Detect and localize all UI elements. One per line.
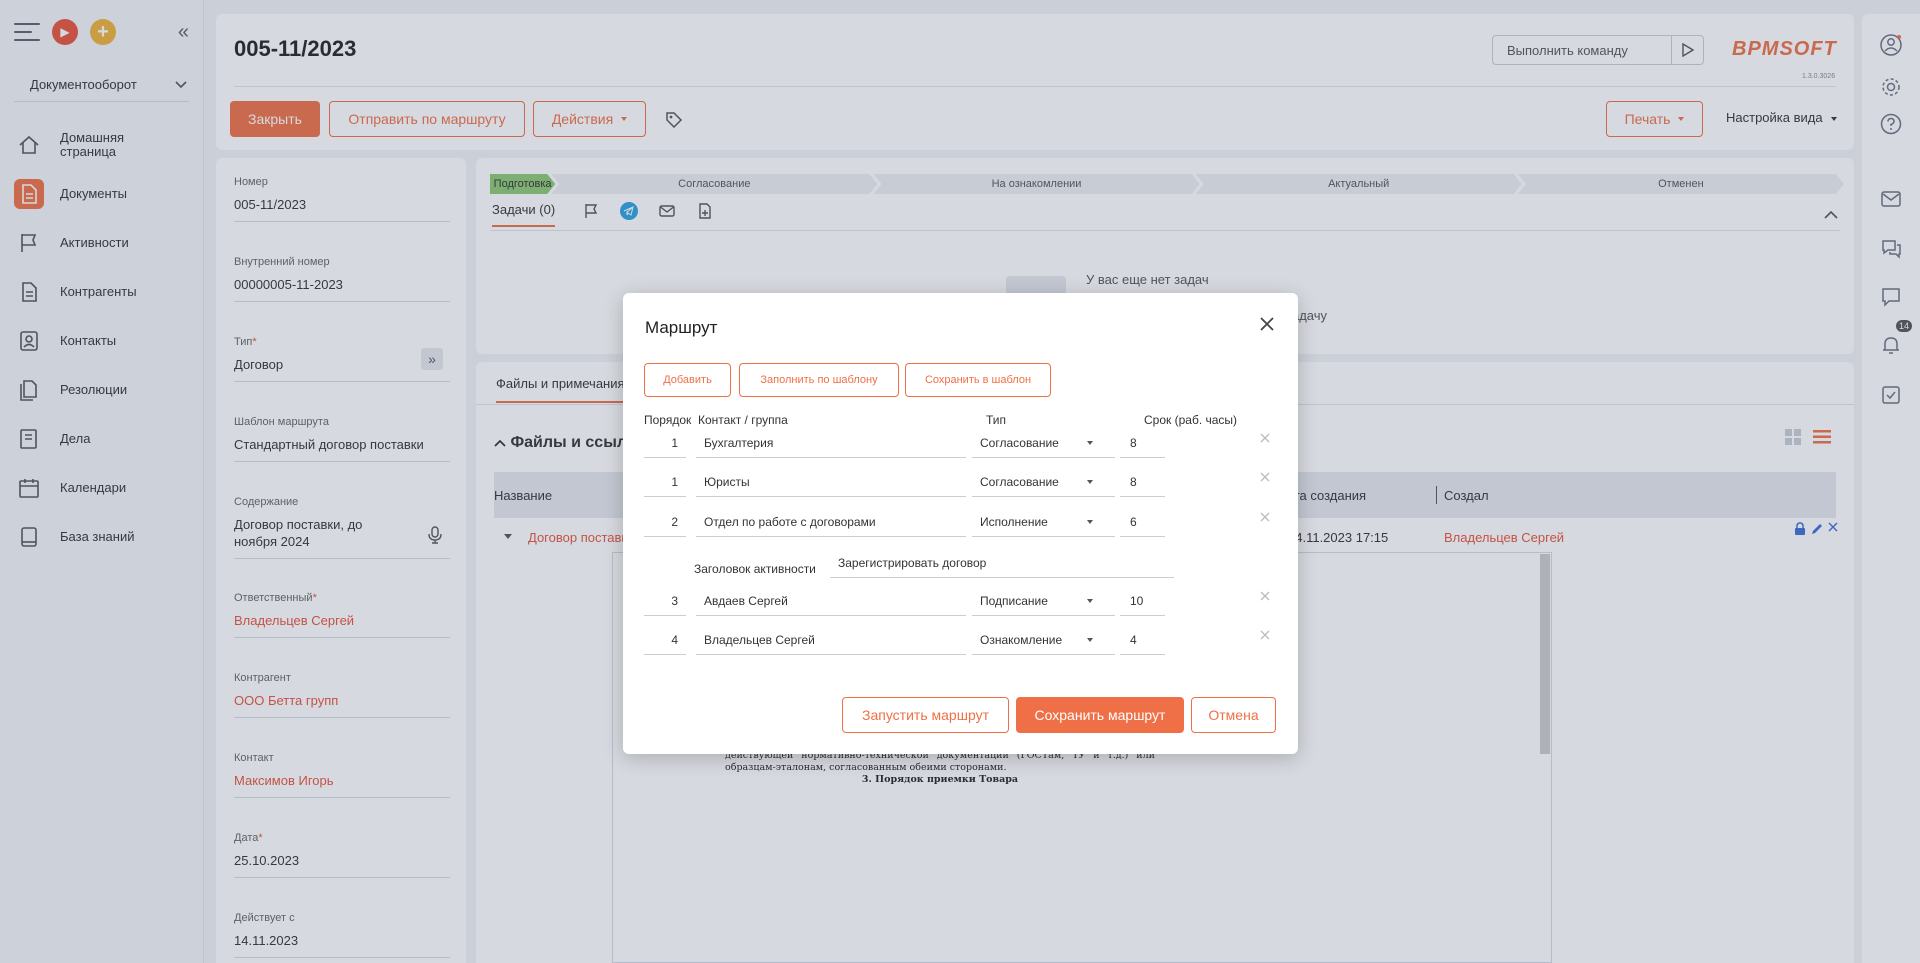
route-type-value: Ознакомление xyxy=(980,632,1063,647)
route-type-select[interactable]: Согласование xyxy=(972,428,1115,458)
route-order-input[interactable]: 1 xyxy=(644,467,686,497)
caret-down-icon xyxy=(1087,441,1093,445)
route-type-value: Согласование xyxy=(980,474,1059,489)
route-hours-input[interactable]: 8 xyxy=(1120,428,1165,458)
route-contact-input[interactable]: Владельцев Сергей xyxy=(696,625,966,655)
route-type-select[interactable]: Исполнение xyxy=(972,507,1115,537)
remove-row-icon[interactable] xyxy=(1260,472,1270,482)
column-contact: Контакт / группа xyxy=(698,413,788,427)
activity-title-label: Заголовок активности xyxy=(694,562,816,576)
route-order-input[interactable]: 3 xyxy=(644,586,686,616)
caret-down-icon xyxy=(1087,599,1093,603)
route-modal: Маршрут Добавить Заполнить по шаблону Со… xyxy=(623,293,1298,754)
route-type-select[interactable]: Ознакомление xyxy=(972,625,1115,655)
route-contact-input[interactable]: Юристы xyxy=(696,467,966,497)
save-template-button[interactable]: Сохранить в шаблон xyxy=(905,363,1051,397)
fill-template-button[interactable]: Заполнить по шаблону xyxy=(739,363,899,397)
modal-title: Маршрут xyxy=(645,318,718,337)
route-order-input[interactable]: 2 xyxy=(644,507,686,537)
route-contact-input[interactable]: Отдел по работе с договорами xyxy=(696,507,966,537)
route-type-value: Исполнение xyxy=(980,514,1048,529)
caret-down-icon xyxy=(1087,480,1093,484)
activity-title-input[interactable]: Зарегистрировать договор xyxy=(830,548,1174,578)
route-type-select[interactable]: Подписание xyxy=(972,586,1115,616)
column-term: Срок (раб. часы) xyxy=(1144,413,1238,427)
fill-template-button-label: Заполнить по шаблону xyxy=(760,374,878,386)
remove-row-icon[interactable] xyxy=(1260,591,1270,601)
cancel-button[interactable]: Отмена xyxy=(1191,697,1276,733)
caret-down-icon xyxy=(1087,638,1093,642)
remove-row-icon[interactable] xyxy=(1260,630,1270,640)
save-route-button[interactable]: Сохранить маршрут xyxy=(1016,697,1184,733)
route-order-input[interactable]: 1 xyxy=(644,428,686,458)
route-order-input[interactable]: 4 xyxy=(644,625,686,655)
route-hours-input[interactable]: 10 xyxy=(1120,586,1165,616)
save-route-button-label: Сохранить маршрут xyxy=(1034,707,1166,723)
route-type-select[interactable]: Согласование xyxy=(972,467,1115,497)
route-hours-input[interactable]: 4 xyxy=(1120,625,1165,655)
close-icon[interactable] xyxy=(1258,315,1276,333)
add-button[interactable]: Добавить xyxy=(644,363,731,397)
route-type-value: Согласование xyxy=(980,435,1059,450)
add-button-label: Добавить xyxy=(663,374,712,386)
column-type: Тип xyxy=(986,413,1007,427)
remove-row-icon[interactable] xyxy=(1260,512,1270,522)
route-contact-input[interactable]: Бухгалтерия xyxy=(696,428,966,458)
route-type-value: Подписание xyxy=(980,593,1048,608)
remove-row-icon[interactable] xyxy=(1260,433,1270,443)
route-contact-input[interactable]: Авдаев Сергей xyxy=(696,586,966,616)
save-template-button-label: Сохранить в шаблон xyxy=(924,374,1032,386)
route-hours-input[interactable]: 6 xyxy=(1120,507,1165,537)
column-order: Порядок xyxy=(644,413,692,427)
cancel-button-label: Отмена xyxy=(1208,707,1259,723)
start-route-button[interactable]: Запустить маршрут xyxy=(842,697,1009,733)
route-hours-input[interactable]: 8 xyxy=(1120,467,1165,497)
caret-down-icon xyxy=(1087,520,1093,524)
start-route-button-label: Запустить маршрут xyxy=(862,707,989,723)
